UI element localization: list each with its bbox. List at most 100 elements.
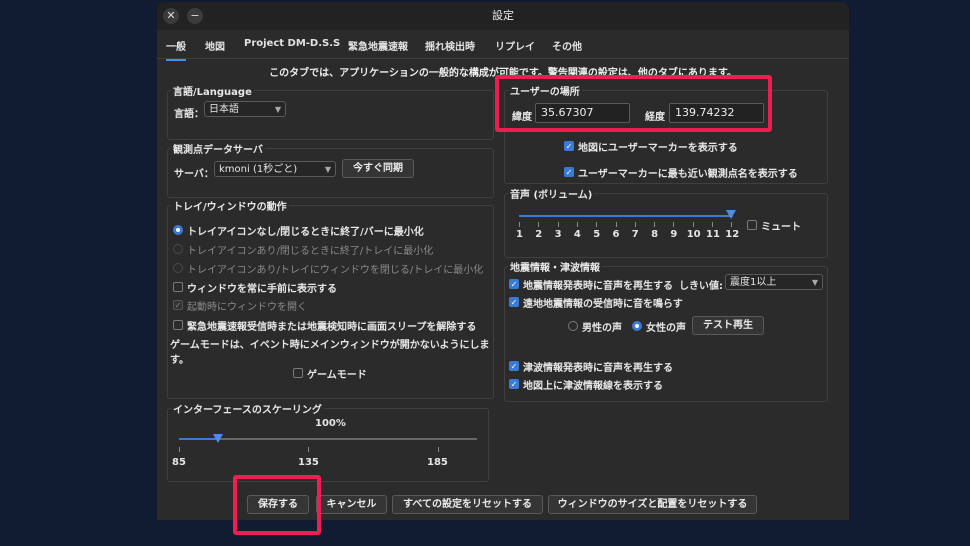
release-sleep-checkbox[interactable] — [173, 320, 183, 330]
scaling-tick-label: 185 — [427, 457, 448, 468]
tab-shake-detection[interactable]: 揺れ検出時 — [425, 38, 475, 53]
scaling-tick-label: 135 — [298, 457, 319, 468]
tab-replay[interactable]: リプレイ — [495, 38, 535, 53]
server-select[interactable]: kmoni (1秒ごと) ▼ — [214, 161, 336, 177]
notice-text: このタブでは、アプリケーションの一般的な構成が可能です。警告関連の設定は、他のタ… — [269, 68, 737, 79]
volume-title: 音声 (ボリューム) — [508, 186, 595, 201]
volume-tick — [596, 222, 598, 227]
always-on-top-label: ウィンドウを常に手前に表示する — [187, 284, 337, 295]
show-user-marker-checkbox[interactable]: ✓ — [564, 141, 574, 151]
tray-option-1-label: トレイアイコンなし/閉じるときに終了/バーに最小化 — [187, 227, 424, 238]
save-button[interactable]: 保存する — [247, 495, 309, 514]
game-mode-note-line-2: す。 — [170, 355, 189, 366]
scaling-value-label: 100% — [315, 418, 346, 429]
female-voice-radio[interactable] — [632, 321, 642, 331]
latitude-field[interactable]: 35.67307 — [535, 103, 630, 123]
volume-tick-label: 10 — [686, 229, 701, 240]
volume-tick-label: 8 — [651, 229, 659, 240]
threshold-label: しきい値: — [679, 281, 723, 292]
tab-map[interactable]: 地図 — [205, 38, 225, 53]
scaling-tick-label: 85 — [172, 457, 186, 468]
volume-tick-label: 5 — [593, 229, 601, 240]
chevron-down-icon: ▼ — [811, 278, 818, 287]
volume-tick-label: 2 — [535, 229, 543, 240]
latitude-label: 緯度 — [512, 112, 532, 123]
tab-general[interactable]: 一般 — [166, 38, 186, 61]
game-mode-note-line-1: ゲームモードは、イベント時にメインウィンドウが開かないようにしま — [170, 340, 490, 351]
volume-tick-label: 6 — [612, 229, 620, 240]
male-voice-radio[interactable] — [568, 321, 578, 331]
show-nearest-station-checkbox[interactable]: ✓ — [564, 167, 574, 177]
settings-window: ✕ − 設定 一般 地図 Project DM-D.S.S 緊急地震速報 揺れ検… — [157, 2, 849, 520]
quake-title: 地震情報・津波情報 — [508, 259, 602, 274]
threshold-select[interactable]: 震度1以上 ▼ — [725, 274, 823, 290]
test-play-button[interactable]: テスト再生 — [692, 316, 764, 335]
scaling-tick — [438, 447, 439, 452]
longitude-field[interactable]: 139.74232 — [669, 103, 764, 123]
distant-quake-label: 遠地地震情報の受信時に音を鳴らす — [523, 299, 683, 310]
tsunami-sound-label: 津波情報発表時に音声を再生する — [523, 363, 673, 374]
language-select[interactable]: 日本語 ▼ — [204, 101, 286, 117]
tab-bar: 一般 地図 Project DM-D.S.S 緊急地震速報 揺れ検出時 リプレイ… — [157, 32, 849, 61]
tab-other[interactable]: その他 — [552, 38, 582, 53]
scaling-tick — [179, 447, 180, 452]
tray-option-3-label: トレイアイコンあり/トレイにウィンドウを閉じる/トレイに最小化 — [187, 265, 484, 276]
volume-tick — [576, 222, 578, 227]
volume-tick — [538, 222, 540, 227]
volume-tick-label: 12 — [725, 229, 740, 240]
volume-tick — [519, 222, 520, 227]
tray-title: トレイ/ウィンドウの動作 — [171, 198, 289, 213]
server-label: サーバ： — [174, 169, 214, 180]
show-user-marker-label: 地図にユーザーマーカーを表示する — [578, 143, 738, 154]
scaling-tick — [308, 447, 309, 452]
distant-quake-checkbox[interactable]: ✓ — [509, 297, 519, 307]
volume-tick-label: 3 — [554, 229, 562, 240]
tray-option-1-radio[interactable] — [173, 225, 183, 235]
mute-checkbox[interactable] — [747, 220, 757, 230]
cancel-button[interactable]: キャンセル — [316, 495, 387, 514]
reset-window-button[interactable]: ウィンドウのサイズと配置をリセットする — [548, 495, 757, 514]
open-on-start-checkbox[interactable]: ✓ — [173, 300, 183, 310]
volume-tick-label: 1 — [516, 229, 523, 240]
game-mode-checkbox[interactable] — [293, 368, 303, 378]
server-select-value: kmoni (1秒ごと) — [219, 164, 298, 175]
tsunami-map-checkbox[interactable]: ✓ — [509, 379, 519, 389]
tab-project-dmdss[interactable]: Project DM-D.S.S — [244, 38, 340, 49]
tray-option-2-label: トレイアイコンあり/閉じるときに終了/トレイに最小化 — [187, 246, 434, 257]
sync-now-button[interactable]: 今すぐ同期 — [342, 159, 414, 178]
open-on-start-label: 起動時にウィンドウを開く — [187, 302, 307, 313]
tsunami-sound-checkbox[interactable]: ✓ — [509, 361, 519, 371]
volume-tick — [712, 222, 713, 227]
language-select-value: 日本語 — [209, 104, 239, 115]
close-icon[interactable]: ✕ — [163, 8, 179, 24]
volume-tick — [634, 222, 636, 227]
always-on-top-checkbox[interactable] — [173, 282, 183, 292]
scaling-track — [179, 438, 477, 440]
chevron-down-icon: ▼ — [274, 105, 281, 114]
mute-label: ミュート — [761, 222, 801, 233]
volume-tick — [654, 222, 656, 227]
volume-handle[interactable] — [726, 210, 737, 219]
volume-tick-label: 11 — [706, 229, 720, 240]
longitude-label: 経度 — [645, 112, 665, 123]
volume-tick-label: 7 — [631, 229, 639, 240]
tray-option-2-radio[interactable] — [173, 244, 183, 254]
scaling-handle[interactable] — [212, 434, 223, 443]
release-sleep-label: 緊急地震速報受信時または地震検知時に画面スリープを解除する — [187, 322, 477, 333]
reset-all-button[interactable]: すべての設定をリセットする — [392, 495, 543, 514]
quake-sound-checkbox[interactable]: ✓ — [509, 279, 519, 289]
volume-tick-label: 4 — [573, 229, 581, 240]
scaling-title: インターフェースのスケーリング — [171, 401, 324, 416]
threshold-select-value: 震度1以上 — [730, 277, 777, 288]
volume-tick — [557, 222, 559, 227]
chevron-down-icon: ▼ — [324, 165, 331, 174]
tab-eew[interactable]: 緊急地震速報 — [348, 38, 408, 53]
volume-tick — [673, 222, 675, 227]
female-voice-label: 女性の声 — [646, 323, 686, 334]
volume-tick — [692, 222, 694, 227]
minimize-icon[interactable]: − — [187, 8, 203, 24]
tsunami-map-label: 地図上に津波情報線を表示する — [523, 381, 663, 392]
tray-option-3-radio[interactable] — [173, 263, 183, 273]
game-mode-label: ゲームモード — [307, 370, 367, 381]
language-label: 言語： — [174, 109, 204, 120]
